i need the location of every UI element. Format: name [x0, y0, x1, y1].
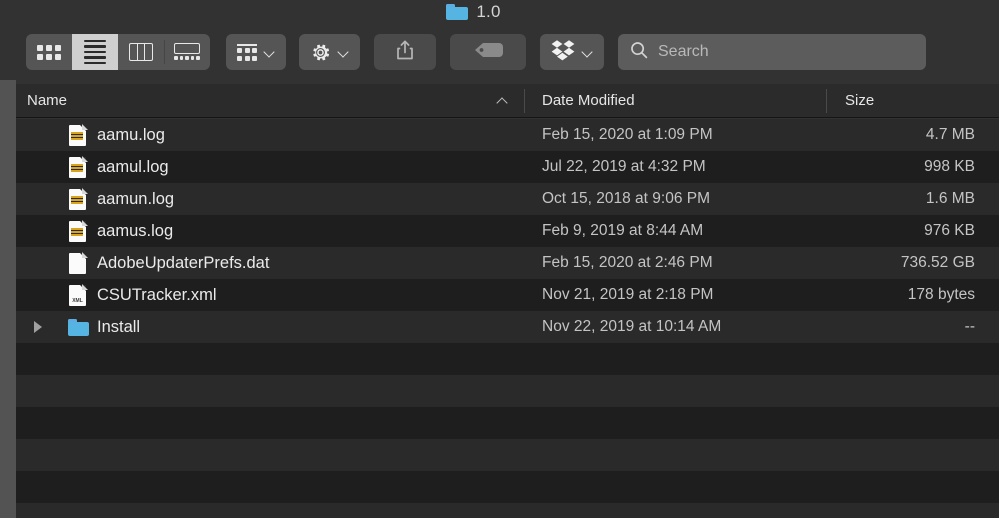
finder-window: 1.0 Search Name Date Modified Size aamu.… — [0, 0, 999, 518]
log-file-icon — [68, 220, 88, 242]
log-file-icon — [68, 188, 88, 210]
list-icon — [84, 39, 106, 65]
gallery-view-button[interactable] — [164, 34, 210, 70]
group-icon — [237, 43, 257, 61]
file-size-cell: 736.52 GB — [900, 254, 975, 271]
empty-row — [16, 407, 999, 439]
file-date-cell: Nov 22, 2019 at 10:14 AM — [542, 318, 722, 335]
column-headers: Name Date Modified Size — [16, 84, 999, 118]
grid-icon — [37, 44, 61, 60]
file-size-cell: 178 bytes — [907, 286, 975, 303]
empty-row — [16, 439, 999, 471]
search-icon — [630, 41, 648, 64]
file-size-cell: 1.6 MB — [925, 190, 975, 207]
file-size-cell: 998 KB — [924, 158, 975, 175]
file-size-cell: 4.7 MB — [925, 126, 975, 143]
empty-row — [16, 375, 999, 407]
table-row[interactable]: aamul.log Jul 22, 2019 at 4:32 PM 998 KB — [16, 151, 999, 183]
file-size-cell: -- — [964, 318, 975, 335]
gallery-icon — [174, 42, 200, 62]
table-row[interactable]: Install Nov 22, 2019 at 10:14 AM -- — [16, 311, 999, 343]
chevron-down-icon — [264, 47, 275, 58]
tag-icon — [471, 40, 505, 65]
search-input[interactable]: Search — [618, 34, 926, 70]
empty-row — [16, 343, 999, 375]
file-name-label: aamu.log — [97, 125, 165, 144]
file-date-cell: Nov 21, 2019 at 2:18 PM — [542, 286, 714, 303]
folder-icon — [446, 4, 469, 20]
file-name-label: AdobeUpdaterPrefs.dat — [97, 253, 270, 272]
sort-ascending-icon — [497, 96, 508, 105]
list-view-button[interactable] — [72, 34, 118, 70]
file-date-cell: Oct 15, 2018 at 9:06 PM — [542, 190, 711, 207]
folder-icon — [68, 316, 89, 338]
column-header-size[interactable]: Size — [826, 84, 999, 118]
file-name-cell[interactable]: XML CSUTracker.xml — [16, 284, 524, 306]
document-file-icon — [68, 252, 88, 274]
chevron-down-icon — [582, 47, 593, 58]
action-button[interactable] — [299, 34, 360, 70]
window-title-group: 1.0 — [446, 2, 500, 22]
table-row[interactable]: aamus.log Feb 9, 2019 at 8:44 AM 976 KB — [16, 215, 999, 247]
file-size-cell: 976 KB — [924, 222, 975, 239]
file-date-cell: Feb 9, 2019 at 8:44 AM — [542, 222, 704, 239]
gear-icon — [310, 42, 331, 63]
file-name-cell[interactable]: aamus.log — [16, 220, 524, 242]
log-file-icon — [68, 124, 88, 146]
file-name-cell[interactable]: Install — [16, 316, 524, 338]
file-name-cell[interactable]: aamun.log — [16, 188, 524, 210]
file-name-cell[interactable]: aamu.log — [16, 124, 524, 146]
column-header-size-label: Size — [845, 92, 875, 109]
column-header-date-label: Date Modified — [542, 92, 635, 109]
file-name-cell[interactable]: aamul.log — [16, 156, 524, 178]
dropbox-button[interactable] — [540, 34, 604, 70]
file-date-cell: Feb 15, 2020 at 1:09 PM — [542, 126, 713, 143]
columns-icon — [129, 43, 153, 61]
empty-row — [16, 471, 999, 503]
file-name-label: aamun.log — [97, 189, 175, 208]
file-name-label: aamus.log — [97, 221, 174, 240]
page-title: 1.0 — [476, 2, 501, 21]
sidebar-strip — [0, 80, 16, 518]
file-name-cell[interactable]: AdobeUpdaterPrefs.dat — [16, 252, 524, 274]
group-by-button[interactable] — [226, 34, 286, 70]
view-mode-segmented-control — [26, 34, 210, 70]
column-header-name[interactable]: Name — [16, 84, 524, 118]
table-row[interactable]: aamu.log Feb 15, 2020 at 1:09 PM 4.7 MB — [16, 119, 999, 151]
file-name-label: CSUTracker.xml — [97, 285, 217, 304]
column-header-date-modified[interactable]: Date Modified — [524, 84, 826, 118]
icon-view-button[interactable] — [26, 34, 72, 70]
xml-file-icon: XML — [68, 284, 88, 306]
share-button[interactable] — [374, 34, 436, 70]
chevron-down-icon — [338, 47, 349, 58]
column-view-button[interactable] — [118, 34, 164, 70]
file-date-cell: Jul 22, 2019 at 4:32 PM — [542, 158, 706, 175]
column-header-name-label: Name — [27, 92, 68, 109]
title-bar: 1.0 — [0, 0, 999, 24]
dropbox-icon — [551, 39, 575, 66]
file-name-label: aamul.log — [97, 157, 169, 176]
file-name-label: Install — [97, 317, 141, 336]
disclosure-triangle-icon[interactable] — [34, 321, 42, 333]
empty-row — [16, 503, 999, 518]
file-list[interactable]: aamu.log Feb 15, 2020 at 1:09 PM 4.7 MB aam… — [16, 119, 999, 518]
table-row[interactable]: XML CSUTracker.xml Nov 21, 2019 at 2:18 PM… — [16, 279, 999, 311]
tag-button[interactable] — [450, 34, 526, 70]
table-row[interactable]: aamun.log Oct 15, 2018 at 9:06 PM 1.6 MB — [16, 183, 999, 215]
share-icon — [395, 39, 415, 66]
log-file-icon — [68, 156, 88, 178]
table-row[interactable]: AdobeUpdaterPrefs.dat Feb 15, 2020 at 2:4… — [16, 247, 999, 279]
toolbar: Search — [0, 24, 999, 80]
search-placeholder: Search — [658, 43, 709, 60]
file-date-cell: Feb 15, 2020 at 2:46 PM — [542, 254, 713, 271]
